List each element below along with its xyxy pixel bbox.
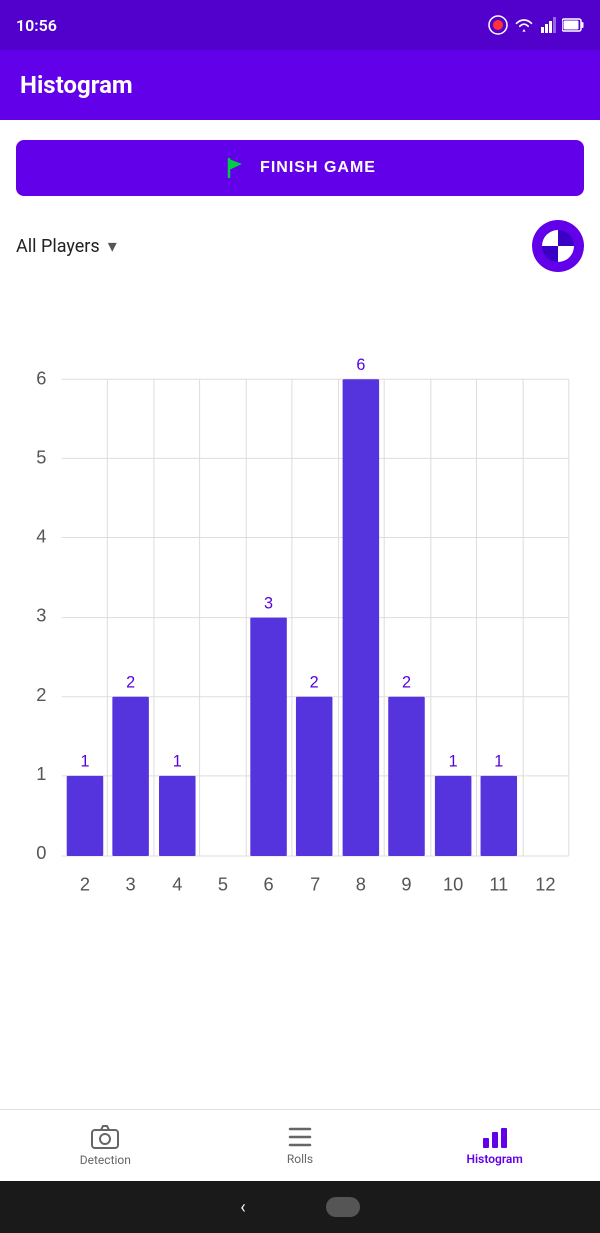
svg-text:6: 6 xyxy=(36,367,46,388)
nav-item-detection[interactable]: Detection xyxy=(8,1125,203,1167)
svg-text:12: 12 xyxy=(535,873,555,894)
back-button[interactable]: ‹ xyxy=(240,1197,245,1218)
svg-text:4: 4 xyxy=(36,526,46,547)
svg-text:3: 3 xyxy=(36,605,46,626)
battery-icon xyxy=(562,18,584,32)
chart-svg: .axis-text { font-family: Arial, sans-se… xyxy=(16,288,584,917)
finish-game-label: FINISH GAME xyxy=(260,159,376,177)
home-button[interactable] xyxy=(326,1197,360,1217)
player-dropdown-text: All Players xyxy=(16,236,100,257)
nav-item-histogram[interactable]: Histogram xyxy=(397,1126,592,1166)
main-content: FINISH GAME All Players ▾ .axis-text xyxy=(0,120,600,1109)
histogram-chart: .axis-text { font-family: Arial, sans-se… xyxy=(16,288,584,1109)
bottom-nav: Detection Rolls Histogram xyxy=(0,1109,600,1181)
svg-text:6: 6 xyxy=(263,873,273,894)
svg-text:9: 9 xyxy=(401,873,411,894)
status-bar: 10:56 xyxy=(0,0,600,50)
svg-text:6: 6 xyxy=(356,356,365,374)
app-bar: Histogram xyxy=(0,50,600,120)
svg-text:4: 4 xyxy=(172,873,182,894)
nav-label-rolls: Rolls xyxy=(287,1152,313,1166)
svg-text:1: 1 xyxy=(36,763,46,784)
system-nav-bar: ‹ xyxy=(0,1181,600,1233)
list-icon xyxy=(286,1126,314,1148)
dropdown-arrow-icon: ▾ xyxy=(108,236,117,257)
svg-text:2: 2 xyxy=(310,674,319,692)
svg-text:1: 1 xyxy=(173,753,182,771)
svg-text:2: 2 xyxy=(80,873,90,894)
player-dropdown[interactable]: All Players ▾ xyxy=(16,236,117,257)
camera-icon xyxy=(91,1125,119,1149)
svg-text:2: 2 xyxy=(402,674,411,692)
svg-text:3: 3 xyxy=(126,873,136,894)
record-icon xyxy=(488,15,508,35)
player-selector-row: All Players ▾ xyxy=(16,220,584,272)
nav-label-histogram: Histogram xyxy=(467,1152,523,1166)
app-bar-title: Histogram xyxy=(20,71,133,99)
status-icons xyxy=(488,15,584,35)
svg-text:1: 1 xyxy=(494,753,503,771)
bar-chart-icon xyxy=(481,1126,509,1148)
finish-game-button[interactable]: FINISH GAME xyxy=(16,140,584,196)
svg-text:5: 5 xyxy=(36,446,46,467)
svg-text:7: 7 xyxy=(310,873,320,894)
svg-text:11: 11 xyxy=(489,873,508,894)
flag-icon xyxy=(224,156,248,180)
pie-chart-icon xyxy=(540,228,576,264)
chart-view-button[interactable] xyxy=(532,220,584,272)
svg-text:2: 2 xyxy=(126,674,135,692)
svg-text:3: 3 xyxy=(264,595,273,613)
svg-text:2: 2 xyxy=(36,684,46,705)
nav-label-detection: Detection xyxy=(80,1153,131,1167)
svg-text:1: 1 xyxy=(449,753,458,771)
signal-icon xyxy=(540,17,556,33)
svg-text:10: 10 xyxy=(443,873,463,894)
nav-item-rolls[interactable]: Rolls xyxy=(203,1126,398,1166)
svg-text:1: 1 xyxy=(80,753,89,771)
status-time: 10:56 xyxy=(16,16,57,35)
wifi-icon xyxy=(514,17,534,33)
svg-text:5: 5 xyxy=(218,873,228,894)
svg-text:8: 8 xyxy=(356,873,366,894)
svg-text:0: 0 xyxy=(36,842,46,863)
